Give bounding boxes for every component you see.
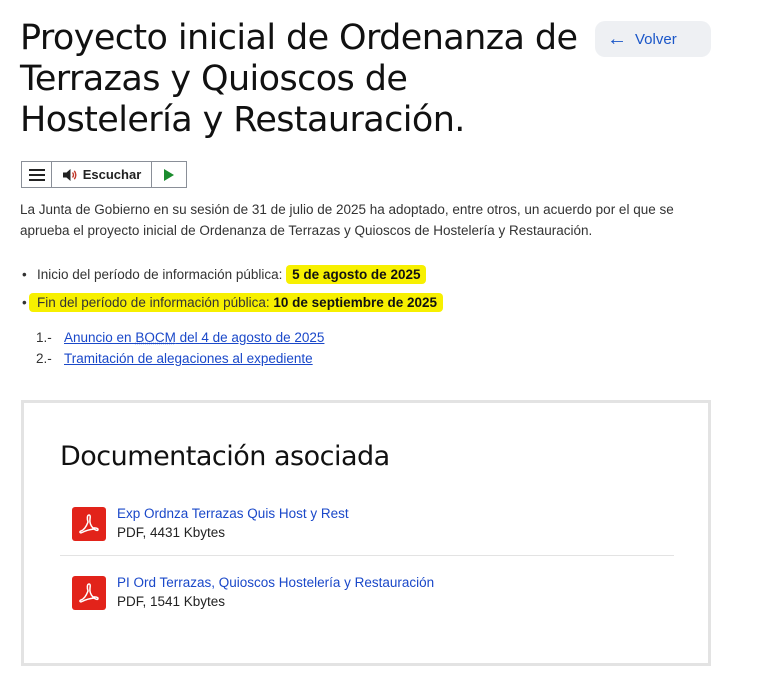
- period-end-label: Fin del período de información pública:: [37, 295, 270, 310]
- period-list: Inicio del período de información públic…: [20, 264, 443, 320]
- document-item: Exp Ordnza Terrazas Quis Host y Rest PDF…: [60, 500, 674, 556]
- related-links: 1.- Anuncio en BOCM del 4 de agosto de 2…: [36, 327, 324, 369]
- period-start-label: Inicio del período de información públic…: [37, 267, 283, 282]
- period-end-value: 10 de septiembre de 2025: [273, 295, 437, 310]
- pdf-icon: [72, 576, 106, 610]
- document-item: PI Ord Terrazas, Quioscos Hostelería y R…: [60, 569, 674, 629]
- documents-title: Documentación asociada: [60, 441, 390, 472]
- audio-player: Escuchar: [21, 161, 187, 188]
- pdf-icon: [72, 507, 106, 541]
- period-end: Fin del período de información pública: …: [20, 292, 443, 320]
- document-meta: PDF, 1541 Kbytes: [117, 594, 226, 609]
- speaker-icon: [62, 168, 77, 181]
- play-icon: [164, 168, 174, 181]
- player-menu-button[interactable]: [22, 162, 52, 187]
- menu-icon: [28, 168, 45, 181]
- document-link[interactable]: Exp Ordnza Terrazas Quis Host y Rest: [117, 506, 349, 521]
- play-button[interactable]: [152, 162, 186, 187]
- link-number: 2.-: [36, 351, 52, 366]
- intro-text: La Junta de Gobierno en su sesión de 31 …: [20, 202, 674, 238]
- bocm-announcement-link[interactable]: Anuncio en BOCM del 4 de agosto de 2025: [64, 327, 324, 348]
- listen-button[interactable]: Escuchar: [52, 162, 152, 187]
- bocm-abbr: BOCM: [135, 330, 176, 345]
- document-meta: PDF, 4431 Kbytes: [117, 525, 226, 540]
- link-number: 1.-: [36, 330, 52, 345]
- list-item: 1.- Anuncio en BOCM del 4 de agosto de 2…: [36, 327, 324, 348]
- period-start-value: 5 de agosto de 2025: [292, 267, 421, 282]
- list-item: 2.- Tramitación de alegaciones al expedi…: [36, 348, 324, 369]
- period-start: Inicio del período de información públic…: [20, 264, 443, 292]
- back-button[interactable]: ← Volver: [595, 21, 711, 57]
- allegations-link[interactable]: Tramitación de alegaciones al expediente: [64, 348, 313, 369]
- page-title: Proyecto inicial de Ordenanza de Terraza…: [20, 18, 578, 140]
- document-link[interactable]: PI Ord Terrazas, Quioscos Hostelería y R…: [117, 575, 434, 590]
- arrow-left-icon: ←: [607, 28, 627, 50]
- listen-label: Escuchar: [82, 167, 142, 182]
- back-button-label: Volver: [635, 30, 677, 48]
- associated-documents-panel: Documentación asociada Exp Ordnza Terraz…: [21, 400, 711, 666]
